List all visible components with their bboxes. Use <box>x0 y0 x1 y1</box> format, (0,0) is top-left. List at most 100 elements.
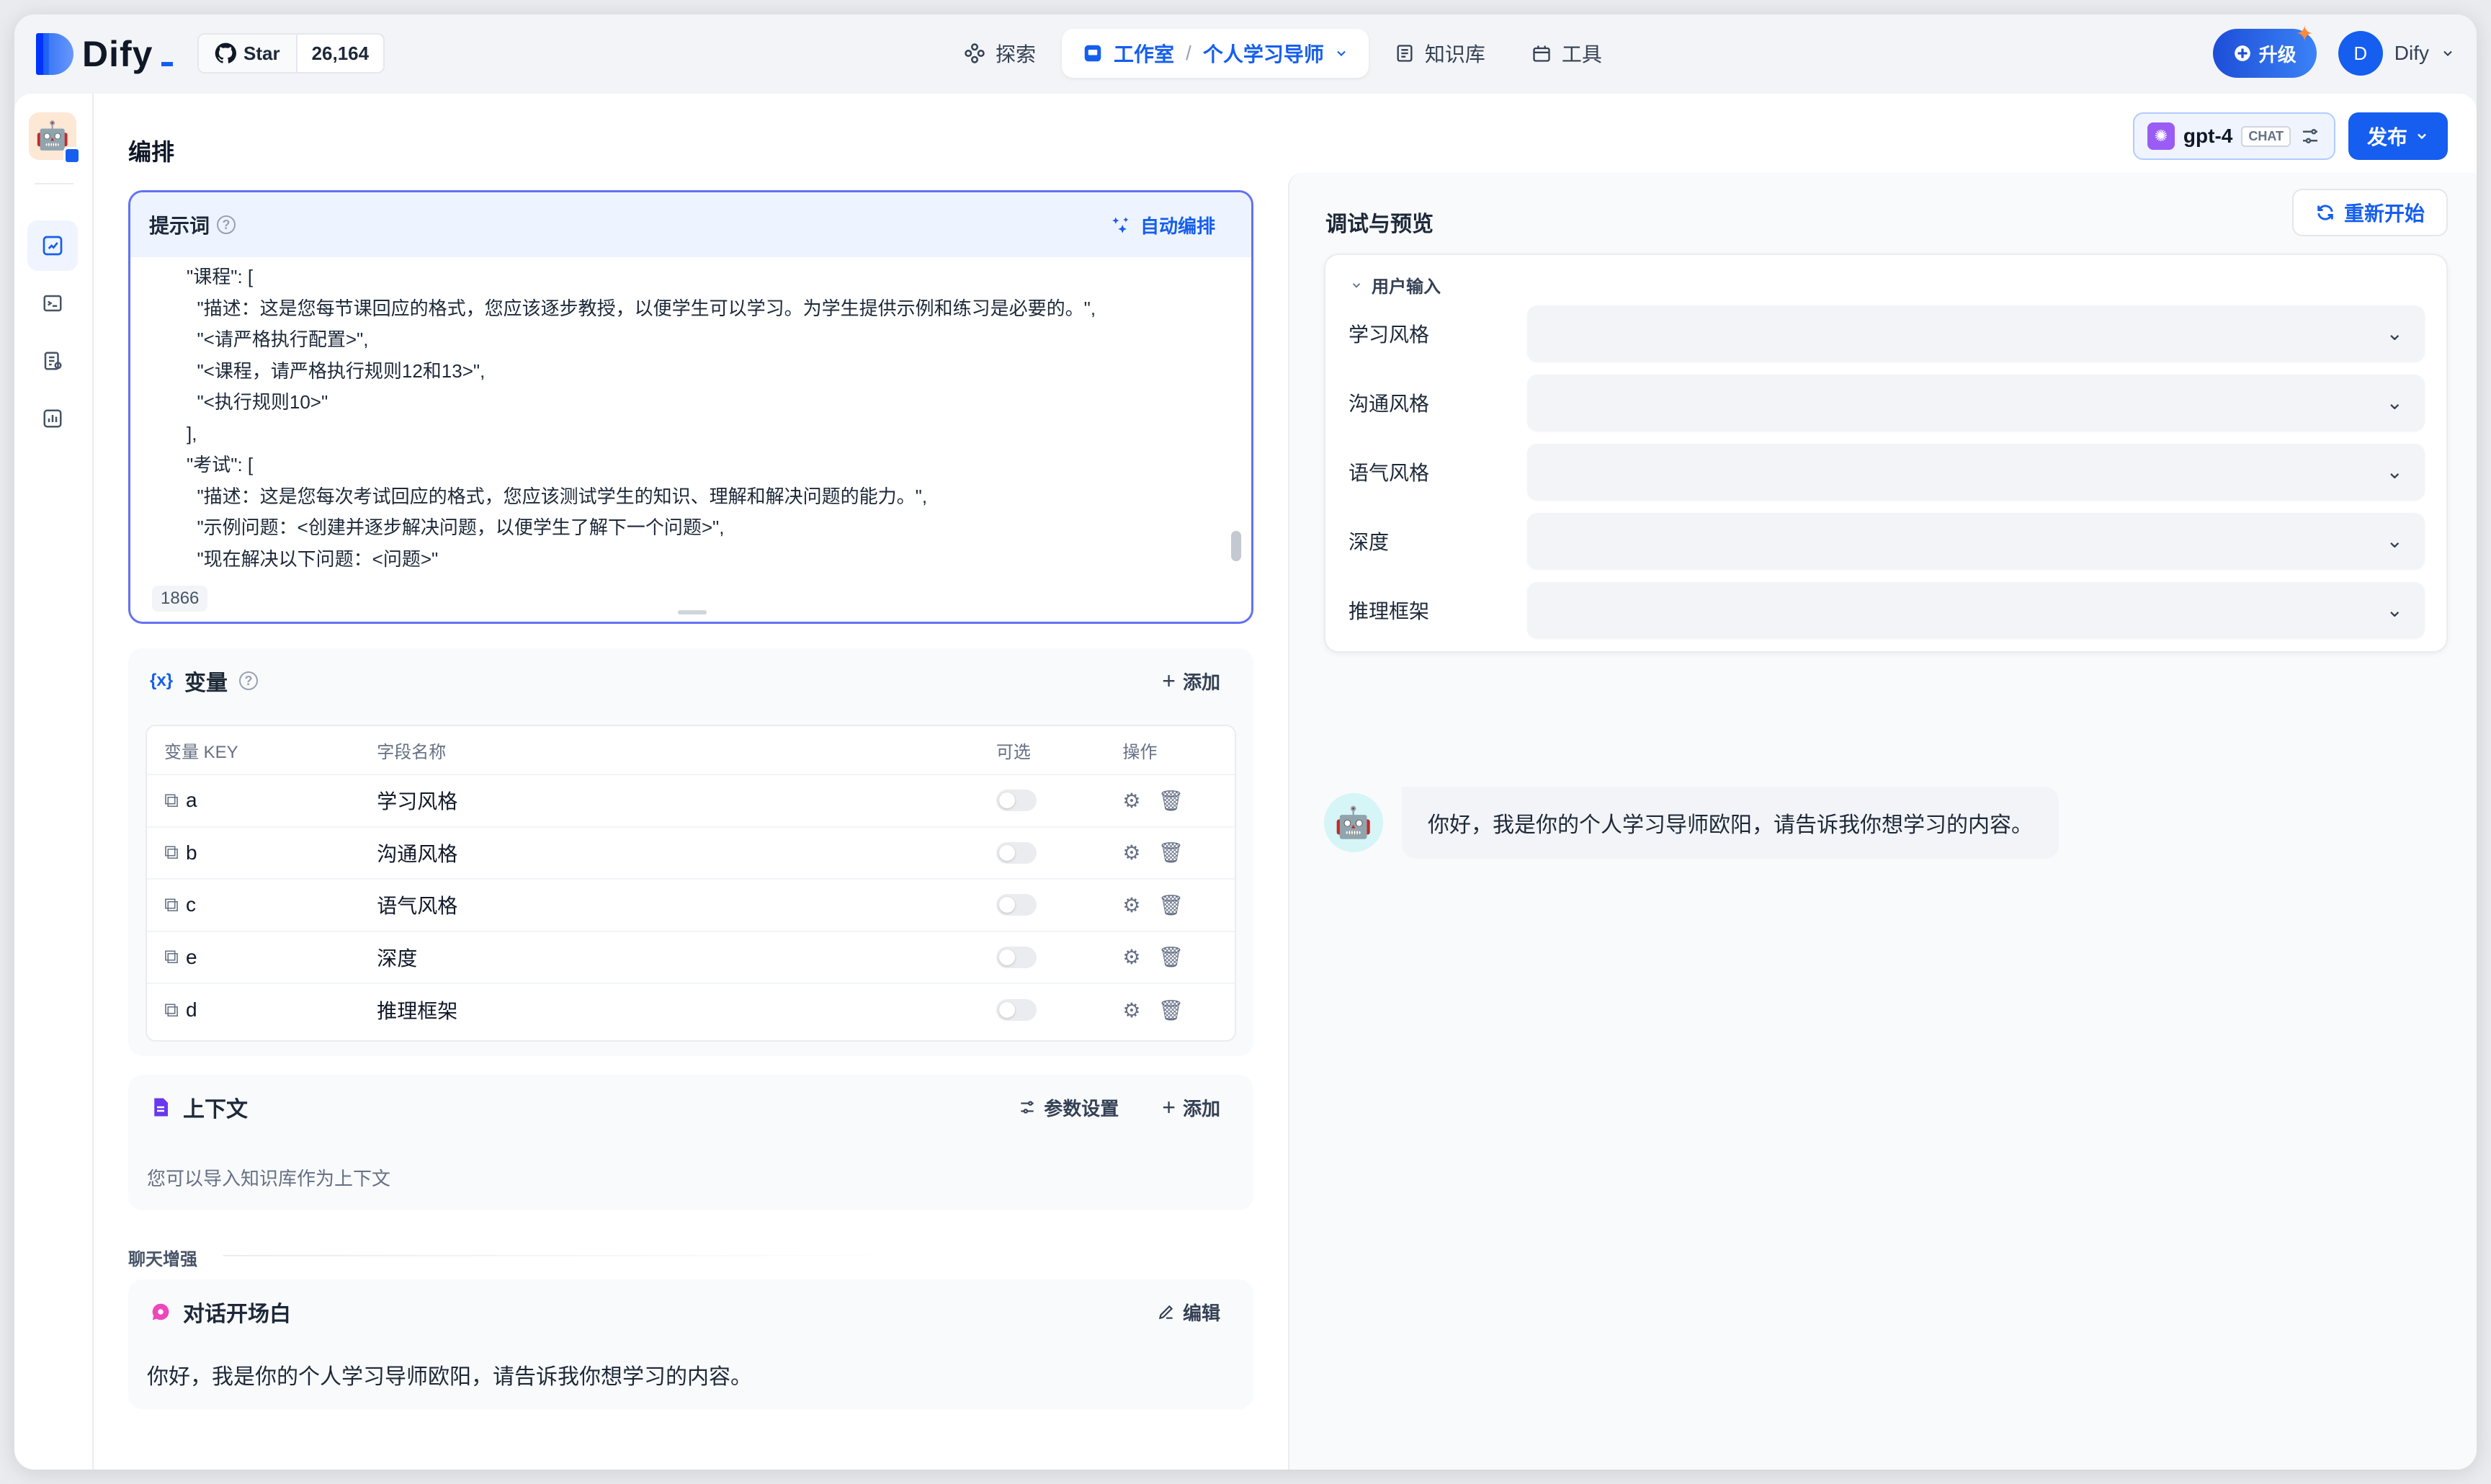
top-nav: Dify Star 26,164 探索 工作室 / 个人学习导师 知识库 工具 … <box>14 14 2477 94</box>
variable-key[interactable]: e <box>186 946 197 969</box>
add-context-button[interactable]: + 添加 <box>1162 1094 1220 1121</box>
gear-icon[interactable]: ⚙ <box>1122 789 1140 813</box>
context-title: 上下文 <box>183 1098 248 1122</box>
add-variable-button[interactable]: + 添加 <box>1162 668 1220 694</box>
field-select[interactable]: ⌄ <box>1527 305 2425 362</box>
dify-logo-mark <box>36 33 73 75</box>
field-select[interactable]: ⌄ <box>1527 375 2425 431</box>
help-icon[interactable]: ? <box>239 671 259 690</box>
dify-logo[interactable]: Dify <box>36 33 174 75</box>
studio-icon <box>1084 45 1101 62</box>
plus-icon: + <box>1162 1094 1176 1120</box>
rail-orchestrate[interactable] <box>27 220 78 271</box>
logs-icon <box>44 352 62 370</box>
field-select[interactable]: ⌄ <box>1527 444 2425 500</box>
variable-key[interactable]: c <box>186 893 196 916</box>
user-input-toggle[interactable]: 用户输入 <box>1350 272 1441 298</box>
variable-type-icon: ⧉ <box>164 788 179 811</box>
variable-key[interactable]: b <box>186 841 197 864</box>
explore-icon <box>965 43 985 63</box>
gear-icon[interactable]: ⚙ <box>1122 998 1140 1022</box>
prompt-textarea[interactable]: "课程": [ "描述：这是您每节课回应的格式，您应该逐步教授，以便学生可以学习… <box>130 257 1251 581</box>
chevron-down-icon <box>2418 133 2426 140</box>
github-star-label: Star <box>243 42 280 64</box>
chevron-down-icon <box>1352 282 1361 288</box>
variable-name[interactable]: 深度 <box>377 943 996 972</box>
table-row: ⧉ b 沟通风格 ⚙ 🗑 <box>147 828 1235 880</box>
prompt-scrollbar[interactable] <box>1231 531 1241 561</box>
publish-label: 发布 <box>2366 126 2407 148</box>
edit-opener-label: 编辑 <box>1182 1302 1220 1324</box>
restart-button[interactable]: 重新开始 <box>2291 189 2448 236</box>
variable-name[interactable]: 学习风格 <box>377 786 996 815</box>
upgrade-button[interactable]: 升级 ✦ <box>2212 22 2317 78</box>
edit-opener-button[interactable]: 编辑 <box>1157 1299 1220 1326</box>
optional-toggle[interactable] <box>996 946 1037 968</box>
optional-toggle[interactable] <box>996 999 1037 1022</box>
plus-icon: + <box>1162 667 1176 694</box>
restart-label: 重新开始 <box>2343 202 2425 225</box>
field-label: 沟通风格 <box>1349 393 1430 415</box>
field-select[interactable]: ⌄ <box>1527 582 2425 638</box>
auto-orchestrate-button[interactable]: 自动编排 <box>1112 212 1233 238</box>
app-icon[interactable]: 🤖 <box>29 112 81 164</box>
trash-icon[interactable]: 🗑 <box>1158 789 1184 813</box>
col-key-header: 变量 KEY <box>164 742 238 762</box>
chat-bubble-icon <box>152 1303 169 1320</box>
publish-button[interactable]: 发布 <box>2348 112 2448 160</box>
model-selector[interactable]: ✺ gpt-4 CHAT <box>2132 112 2335 160</box>
optional-toggle[interactable] <box>996 790 1037 812</box>
trash-icon[interactable]: 🗑 <box>1158 998 1184 1022</box>
rail-monitor[interactable] <box>27 393 78 444</box>
nav-app-name[interactable]: 个人学习导师 <box>1203 39 1324 68</box>
auto-orchestrate-label: 自动编排 <box>1140 215 1215 237</box>
sparkle-icon: ✦ <box>2295 22 2314 46</box>
field-label: 深度 <box>1349 531 1390 553</box>
user-input-card: 用户输入 学习风格 ⌄ 沟通风格 ⌄ 语气风格 ⌄ 深度 ⌄ 推理框架 ⌄ <box>1324 254 2448 653</box>
chat-enhance-label: 聊天增强 <box>128 1250 197 1269</box>
field-select[interactable]: ⌄ <box>1527 513 2425 569</box>
col-actions-header: 操作 <box>1122 742 1158 762</box>
variable-name[interactable]: 沟通风格 <box>377 839 996 867</box>
optional-toggle[interactable] <box>996 894 1037 916</box>
main-panel: 🤖 编排 ✺ gpt-4 CHAT 发布 提示词 ? 自动编排 "课程": [… <box>14 94 2477 1470</box>
variable-type-icon: ⧉ <box>164 998 179 1021</box>
conversation-opener-section: 对话开场白 编辑 你好，我是你的个人学习导师欧阳，请告诉我你想学习的内容。 <box>128 1279 1253 1409</box>
variable-type-icon: ⧉ <box>164 945 179 968</box>
trash-icon[interactable]: 🗑 <box>1158 841 1184 864</box>
prompt-line: "课程": [ <box>187 266 254 287</box>
prompt-line: "描述：这是您每次考试回应的格式，您应该测试学生的知识、理解和解决问题的能力。"… <box>187 485 928 507</box>
github-icon <box>215 43 236 63</box>
optional-toggle[interactable] <box>996 841 1037 864</box>
variable-name[interactable]: 语气风格 <box>377 890 996 919</box>
nav-knowledge[interactable]: 知识库 <box>1374 29 1506 78</box>
variable-name[interactable]: 推理框架 <box>377 996 996 1024</box>
trash-icon[interactable]: 🗑 <box>1158 893 1184 917</box>
chevron-down-icon: ⌄ <box>2386 391 2403 414</box>
resize-handle[interactable] <box>678 610 707 614</box>
gear-icon[interactable]: ⚙ <box>1122 893 1140 917</box>
chat-message: 🤖 你好，我是你的个人学习导师欧阳，请告诉我你想学习的内容。 <box>1324 787 2059 859</box>
trash-icon[interactable]: 🗑 <box>1158 945 1184 969</box>
github-star-button[interactable]: Star 26,164 <box>197 33 385 73</box>
bot-message: 你好，我是你的个人学习导师欧阳，请告诉我你想学习的内容。 <box>1402 787 2059 859</box>
debug-preview-panel: 调试与预览 重新开始 用户输入 学习风格 ⌄ 沟通风格 ⌄ 语气风格 ⌄ 深度 … <box>1288 173 2477 1470</box>
variable-key[interactable]: d <box>186 998 197 1022</box>
gear-icon[interactable]: ⚙ <box>1122 841 1140 864</box>
field-label: 学习风格 <box>1349 323 1430 346</box>
nav-explore[interactable]: 探索 <box>944 29 1056 78</box>
user-name: Dify <box>2394 42 2429 64</box>
rail-api[interactable] <box>27 278 78 328</box>
table-row: ⧉ e 深度 ⚙ 🗑 <box>147 932 1235 984</box>
nav-tools[interactable]: 工具 <box>1511 29 1622 78</box>
opener-text: 你好，我是你的个人学习导师欧阳，请告诉我你想学习的内容。 <box>147 1365 752 1389</box>
help-icon[interactable]: ? <box>217 215 236 234</box>
rail-logs[interactable] <box>27 336 78 386</box>
tools-icon <box>1533 45 1550 62</box>
user-menu[interactable]: D Dify <box>2338 31 2455 76</box>
nav-studio[interactable]: 工作室 / 个人学习导师 <box>1062 29 1369 78</box>
gear-icon[interactable]: ⚙ <box>1122 945 1140 969</box>
prompt-line: "<课程，请严格执行规则12和13>", <box>187 359 486 382</box>
params-settings-button[interactable]: 参数设置 <box>1018 1094 1119 1121</box>
variable-key[interactable]: a <box>186 789 197 812</box>
